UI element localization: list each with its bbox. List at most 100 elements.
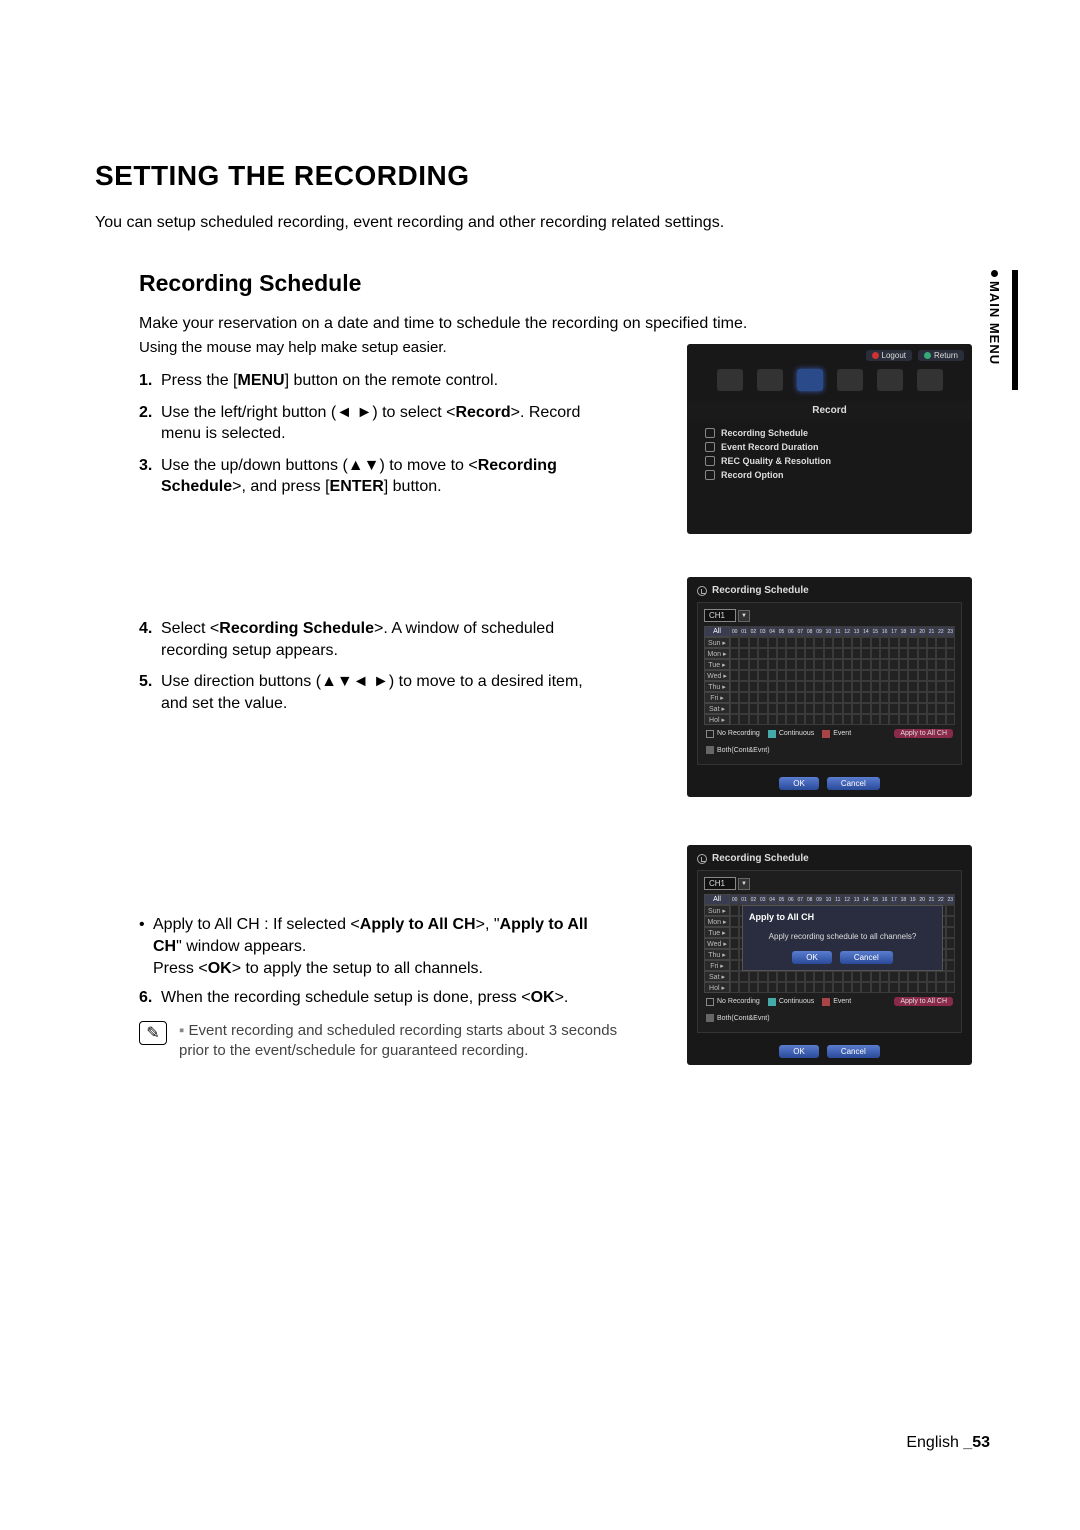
menu-icon[interactable] (837, 369, 863, 391)
schedule-cell[interactable] (908, 703, 917, 714)
day-cell[interactable]: Mon ▸ (704, 916, 730, 927)
schedule-cell[interactable] (889, 637, 898, 648)
schedule-cell[interactable] (908, 659, 917, 670)
schedule-cell[interactable] (814, 681, 823, 692)
schedule-cell[interactable] (852, 714, 861, 725)
schedule-cell[interactable] (833, 982, 842, 993)
schedule-cell[interactable] (852, 971, 861, 982)
schedule-cell[interactable] (786, 648, 795, 659)
menu-item[interactable]: Recording Schedule (705, 426, 954, 440)
schedule-cell[interactable] (908, 670, 917, 681)
schedule-cell[interactable] (786, 982, 795, 993)
schedule-cell[interactable] (730, 949, 739, 960)
schedule-cell[interactable] (880, 681, 889, 692)
schedule-cell[interactable] (918, 670, 927, 681)
schedule-cell[interactable] (918, 703, 927, 714)
schedule-cell[interactable] (730, 938, 739, 949)
schedule-cell[interactable] (889, 971, 898, 982)
schedule-cell[interactable] (739, 637, 748, 648)
schedule-cell[interactable] (805, 637, 814, 648)
schedule-cell[interactable] (739, 982, 748, 993)
schedule-cell[interactable] (768, 670, 777, 681)
schedule-cell[interactable] (852, 648, 861, 659)
schedule-cell[interactable] (889, 692, 898, 703)
schedule-cell[interactable] (880, 659, 889, 670)
schedule-cell[interactable] (880, 670, 889, 681)
schedule-cell[interactable] (861, 703, 870, 714)
schedule-cell[interactable] (852, 703, 861, 714)
schedule-cell[interactable] (946, 938, 955, 949)
schedule-cell[interactable] (730, 637, 739, 648)
schedule-cell[interactable] (814, 637, 823, 648)
schedule-cell[interactable] (796, 982, 805, 993)
schedule-cell[interactable] (833, 637, 842, 648)
schedule-cell[interactable] (843, 681, 852, 692)
schedule-cell[interactable] (814, 670, 823, 681)
schedule-cell[interactable] (749, 681, 758, 692)
schedule-cell[interactable] (927, 637, 936, 648)
channel-dropdown-button[interactable]: ▼ (738, 610, 750, 622)
schedule-cell[interactable] (805, 681, 814, 692)
schedule-cell[interactable] (918, 681, 927, 692)
schedule-cell[interactable] (777, 703, 786, 714)
schedule-cell[interactable] (880, 982, 889, 993)
schedule-cell[interactable] (871, 714, 880, 725)
schedule-cell[interactable] (777, 714, 786, 725)
schedule-cell[interactable] (730, 703, 739, 714)
schedule-cell[interactable] (927, 648, 936, 659)
schedule-cell[interactable] (871, 692, 880, 703)
schedule-cell[interactable] (768, 692, 777, 703)
schedule-cell[interactable] (946, 916, 955, 927)
schedule-cell[interactable] (824, 714, 833, 725)
schedule-cell[interactable] (843, 659, 852, 670)
schedule-cell[interactable] (946, 960, 955, 971)
schedule-cell[interactable] (927, 971, 936, 982)
day-cell[interactable]: Fri ▸ (704, 960, 730, 971)
schedule-cell[interactable] (889, 714, 898, 725)
schedule-cell[interactable] (843, 982, 852, 993)
apply-all-ch-button[interactable]: Apply to All CH (894, 997, 953, 1006)
cancel-button[interactable]: Cancel (827, 1045, 880, 1058)
schedule-cell[interactable] (946, 714, 955, 725)
schedule-cell[interactable] (889, 681, 898, 692)
schedule-cell[interactable] (796, 971, 805, 982)
schedule-cell[interactable] (758, 982, 767, 993)
schedule-cell[interactable] (805, 670, 814, 681)
schedule-cell[interactable] (786, 971, 795, 982)
schedule-cell[interactable] (758, 714, 767, 725)
return-button[interactable]: Return (918, 350, 964, 361)
schedule-cell[interactable] (814, 971, 823, 982)
schedule-cell[interactable] (768, 971, 777, 982)
modal-cancel-button[interactable]: Cancel (840, 951, 893, 964)
schedule-cell[interactable] (927, 714, 936, 725)
schedule-cell[interactable] (805, 659, 814, 670)
schedule-cell[interactable] (824, 692, 833, 703)
schedule-cell[interactable] (758, 648, 767, 659)
schedule-cell[interactable] (880, 692, 889, 703)
schedule-cell[interactable] (936, 637, 945, 648)
schedule-cell[interactable] (786, 692, 795, 703)
schedule-cell[interactable] (730, 714, 739, 725)
day-cell[interactable]: Tue ▸ (704, 927, 730, 938)
menu-item[interactable]: Record Option (705, 468, 954, 482)
schedule-cell[interactable] (739, 703, 748, 714)
schedule-cell[interactable] (918, 648, 927, 659)
schedule-cell[interactable] (730, 648, 739, 659)
schedule-cell[interactable] (777, 971, 786, 982)
schedule-cell[interactable] (918, 714, 927, 725)
schedule-cell[interactable] (936, 659, 945, 670)
schedule-cell[interactable] (861, 670, 870, 681)
schedule-cell[interactable] (861, 659, 870, 670)
schedule-cell[interactable] (936, 703, 945, 714)
schedule-cell[interactable] (749, 648, 758, 659)
day-cell[interactable]: Wed ▸ (704, 938, 730, 949)
schedule-cell[interactable] (777, 670, 786, 681)
day-cell[interactable]: Hol ▸ (704, 714, 730, 725)
channel-select[interactable]: CH1 (704, 877, 736, 890)
schedule-cell[interactable] (739, 681, 748, 692)
schedule-cell[interactable] (918, 971, 927, 982)
schedule-cell[interactable] (824, 982, 833, 993)
schedule-cell[interactable] (936, 714, 945, 725)
schedule-cell[interactable] (946, 971, 955, 982)
schedule-cell[interactable] (843, 670, 852, 681)
